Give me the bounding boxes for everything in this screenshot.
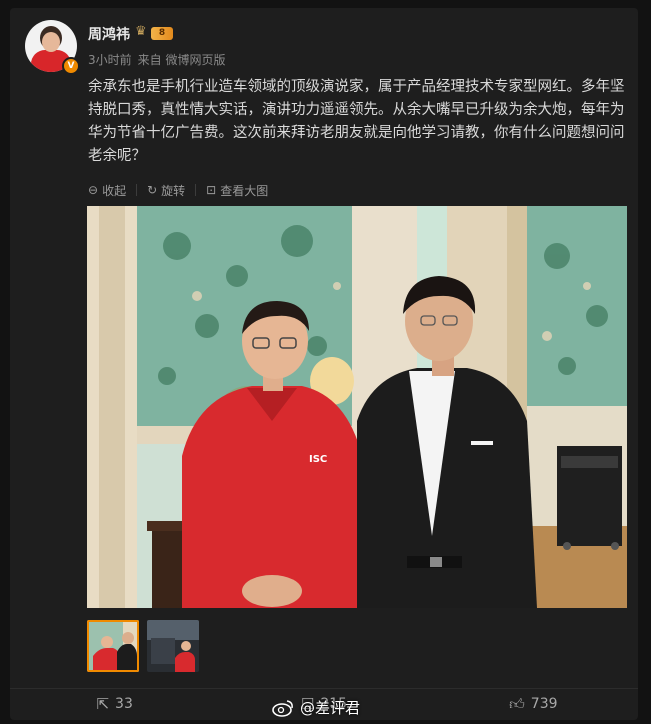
- share-count: 33: [115, 696, 133, 712]
- crown-icon: ♛: [135, 24, 147, 39]
- view-large-label: 查看大图: [220, 183, 269, 198]
- collapse-icon: ⊖: [88, 183, 99, 197]
- watermark: @差评君: [272, 697, 360, 718]
- rotate-label: 旋转: [161, 183, 186, 198]
- post-time[interactable]: 3小时前: [88, 53, 132, 67]
- verified-v-icon: V: [62, 57, 80, 75]
- post-source: 来自 微博网页版: [137, 53, 226, 67]
- collapse-label: 收起: [102, 183, 127, 198]
- actions-divider: [10, 688, 638, 689]
- thumbnail-strip: [87, 620, 199, 672]
- post-text: 余承东也是手机行业造车领域的顶级演说家，属于产品经理技术专家型网红。多年坚持脱口…: [88, 79, 625, 164]
- post-meta: 3小时前 来自 微博网页版: [88, 51, 231, 68]
- vip-badge[interactable]: 8: [151, 27, 173, 40]
- image-toolbar: ⊖ 收起 ↻ 旋转 ⊡ 查看大图: [88, 182, 268, 198]
- rotate-button[interactable]: ↻ 旋转: [147, 182, 185, 199]
- toolbar-divider: [136, 184, 138, 196]
- post-photo[interactable]: ISC: [87, 206, 627, 608]
- like-count: 739: [530, 696, 558, 712]
- thumbs-up-icon: 👍︎: [509, 694, 525, 713]
- shirt-logo: ISC: [309, 454, 327, 465]
- share-icon: ⇱: [96, 695, 110, 713]
- like-button[interactable]: 👍︎ 739: [429, 695, 638, 714]
- view-large-button[interactable]: ⊡ 查看大图: [206, 182, 268, 199]
- share-button[interactable]: ⇱ 33: [10, 695, 219, 713]
- rotate-icon: ↻: [147, 183, 158, 197]
- toolbar-divider: [195, 184, 197, 196]
- thumbnail-1[interactable]: [87, 620, 139, 672]
- weibo-logo-icon: [272, 699, 293, 717]
- watermark-text: @差评君: [300, 699, 361, 717]
- username[interactable]: 周鸿祎: [88, 24, 130, 44]
- collapse-button[interactable]: ⊖ 收起: [88, 182, 126, 199]
- zoom-icon: ⊡: [206, 183, 217, 197]
- thumbnail-2[interactable]: [147, 620, 199, 672]
